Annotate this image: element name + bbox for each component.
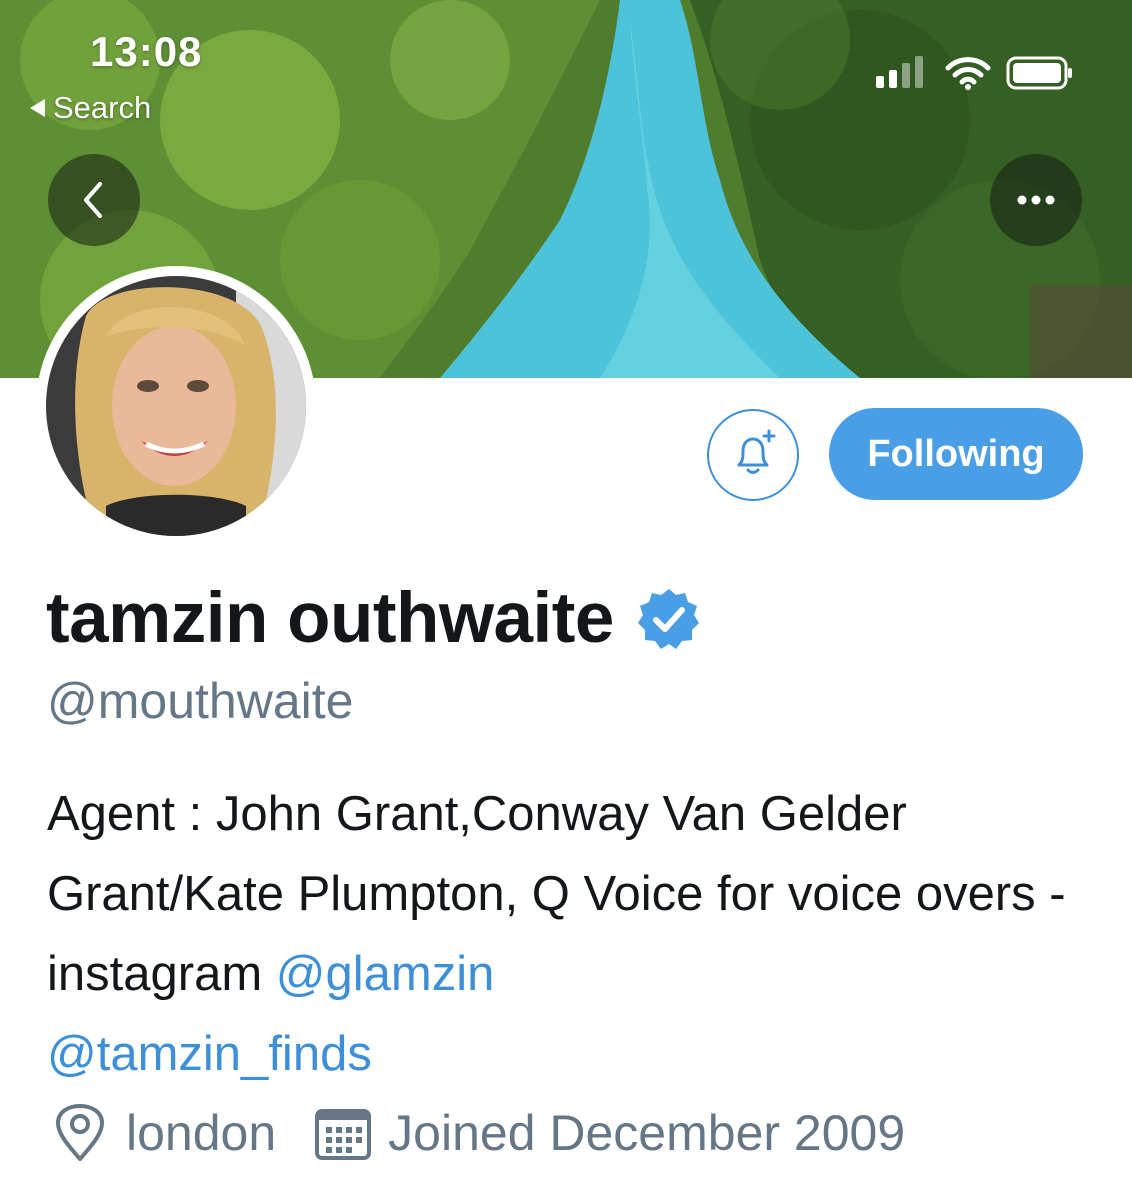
joined-item: Joined December 2009	[314, 1104, 905, 1162]
following-button[interactable]: Following	[829, 408, 1083, 500]
bio-text: Agent : John Grant,Conway Van Gelder Gra…	[47, 787, 1066, 1001]
location-item: london	[52, 1103, 276, 1163]
display-name: tamzin outhwaite	[46, 579, 614, 658]
back-to-app-link[interactable]: Search	[30, 90, 151, 126]
calendar-icon	[315, 1109, 372, 1160]
cellular-signal-icon	[876, 56, 923, 88]
bio-mention-link[interactable]: @tamzin_finds	[47, 1027, 372, 1081]
bio-mention-link[interactable]: @glamzin	[276, 947, 495, 1001]
battery-icon	[1006, 56, 1072, 90]
status-time: 13:08	[90, 28, 203, 75]
back-triangle-icon	[30, 99, 45, 117]
name-row: tamzin outhwaite	[46, 578, 702, 659]
avatar-image	[46, 276, 306, 536]
bell-plus-icon	[737, 429, 776, 474]
avatar[interactable]	[36, 266, 316, 546]
more-options-button[interactable]	[990, 154, 1082, 246]
location-pin-icon	[56, 1104, 104, 1161]
wifi-icon	[945, 57, 991, 90]
verified-badge-icon	[637, 588, 699, 649]
location-text: london	[126, 1105, 277, 1161]
profile-meta: london Joined December 2009	[52, 1103, 905, 1163]
chevron-left-icon	[84, 182, 102, 218]
back-button[interactable]	[48, 154, 140, 246]
profile-handle: @mouthwaite	[47, 673, 354, 729]
more-horizontal-icon	[1017, 195, 1055, 205]
profile-bio: Agent : John Grant,Conway Van Gelder Gra…	[47, 774, 1107, 1094]
back-to-app-label: Search	[53, 90, 152, 125]
joined-text: Joined December 2009	[388, 1105, 906, 1161]
notifications-button[interactable]	[707, 409, 799, 501]
